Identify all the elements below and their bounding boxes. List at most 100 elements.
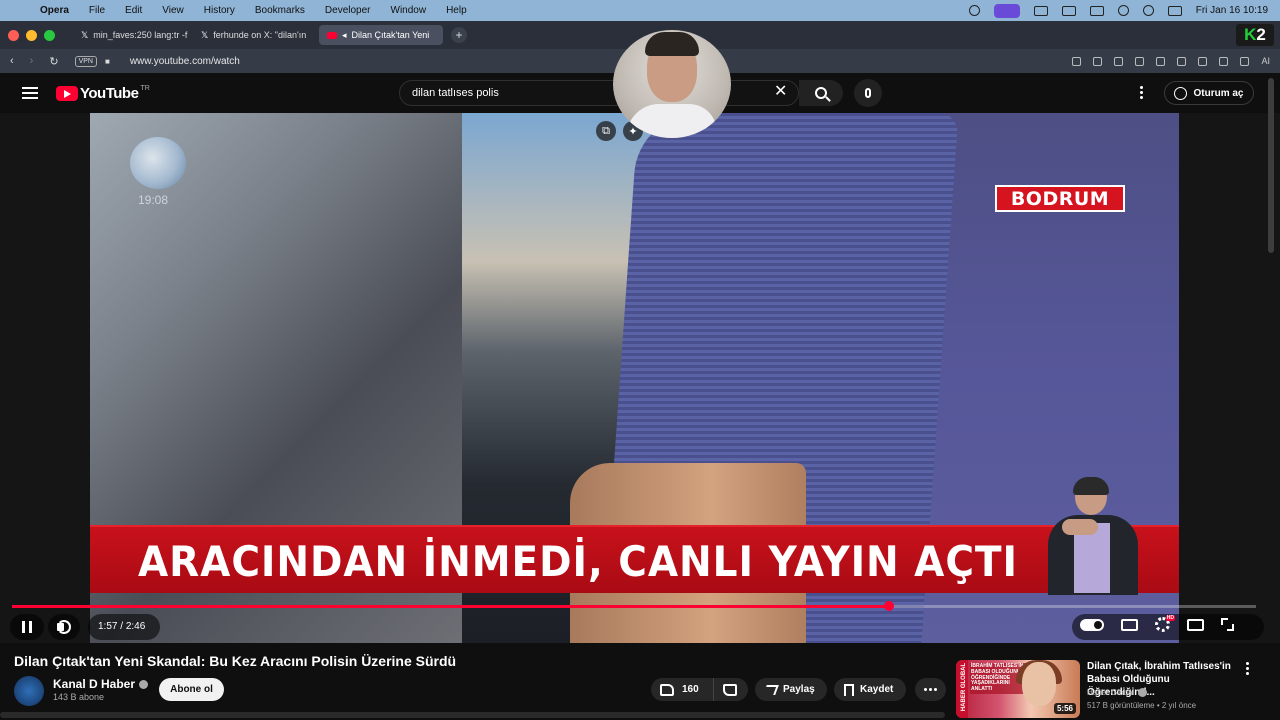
recommended-menu-icon[interactable]: [1246, 662, 1249, 675]
k2-overlay-logo: K2: [1236, 24, 1274, 46]
browser-tab-active[interactable]: ◂ Dilan Çıtak'tan Yeni: [319, 25, 443, 45]
video-frame[interactable]: 19:08 BODRUM ARACINDAN İNMEDİ, CANLI YAY…: [90, 113, 1179, 643]
like-button[interactable]: 160: [651, 678, 714, 701]
forward-arrow-icon[interactable]: ›: [30, 55, 34, 68]
menu-history[interactable]: History: [204, 5, 235, 16]
broadcast-clock: 19:08: [138, 193, 169, 207]
menu-edit[interactable]: Edit: [125, 5, 142, 16]
tab-title: Dilan Çıtak'tan Yeni: [351, 30, 430, 40]
battery-icon[interactable]: [1089, 5, 1104, 16]
horizontal-scrollbar[interactable]: [0, 712, 945, 718]
video-player[interactable]: 19:08 BODRUM ARACINDAN İNMEDİ, CANLI YAY…: [0, 113, 1280, 643]
status-app-icon[interactable]: [968, 5, 980, 16]
miniplayer-popout-icon[interactable]: ⧉: [596, 121, 616, 141]
channel-name[interactable]: Kanal D Haber: [53, 677, 149, 691]
ai-button[interactable]: AI: [1261, 56, 1270, 66]
control-center-icon[interactable]: [1167, 5, 1182, 16]
edit-icon[interactable]: [1072, 56, 1082, 66]
fullscreen-icon[interactable]: [1221, 618, 1234, 631]
subscribe-button[interactable]: Abone ol: [159, 678, 224, 701]
vertical-scrollbar[interactable]: [1268, 78, 1274, 253]
hd-badge: HD: [1165, 615, 1175, 621]
thumbs-up-icon: [660, 683, 674, 696]
zoom-window-button[interactable]: [44, 29, 55, 41]
send-icon[interactable]: [1156, 56, 1166, 66]
youtube-play-icon: [56, 85, 78, 101]
close-window-button[interactable]: [8, 29, 19, 41]
view-count: 517 B görüntüleme: [1087, 701, 1155, 710]
reload-icon[interactable]: ↻: [49, 55, 58, 68]
menubar-clock[interactable]: Fri Jan 16 10:19: [1196, 5, 1268, 16]
like-count: 160: [682, 684, 699, 695]
extensions-cube-icon[interactable]: [1240, 56, 1250, 66]
thumbs-down-icon[interactable]: [723, 683, 737, 696]
verified-check-icon: [139, 680, 149, 690]
profile-icon[interactable]: [1219, 56, 1229, 66]
clear-search-icon[interactable]: ✕: [774, 84, 787, 100]
speaker-icon[interactable]: ◂: [342, 30, 347, 41]
recommended-meta: 517 B görüntüleme • 2 yıl önce: [1087, 701, 1197, 710]
new-tab-button[interactable]: +: [451, 27, 467, 43]
vpn-badge[interactable]: VPN: [74, 55, 97, 67]
progress-scrubber[interactable]: [884, 601, 895, 611]
voice-search-button[interactable]: [854, 79, 882, 107]
channel-avatar[interactable]: [14, 676, 44, 706]
autoplay-toggle[interactable]: [1080, 618, 1104, 631]
browser-tab[interactable]: 𝕏 min_faves:250 lang:tr -f: [67, 25, 191, 45]
menu-file[interactable]: File: [89, 5, 105, 16]
settings-kebab-icon[interactable]: [1140, 86, 1143, 99]
search-button[interactable]: [799, 80, 843, 106]
user-icon: [1174, 86, 1188, 100]
hamburger-menu-icon[interactable]: [22, 87, 38, 99]
subtitles-icon[interactable]: [1121, 618, 1138, 631]
browser-tab[interactable]: 𝕏 ferhunde on X: "dilan'ın: [193, 25, 317, 45]
theater-mode-icon[interactable]: [1187, 618, 1204, 631]
menu-help[interactable]: Help: [446, 5, 467, 16]
focus-moon-icon[interactable]: [1117, 5, 1129, 16]
subscriber-count: 143 B abone: [53, 692, 105, 702]
menu-bookmarks[interactable]: Bookmarks: [255, 5, 305, 16]
menu-app-name[interactable]: Opera: [40, 5, 69, 16]
search-icon: [815, 87, 827, 99]
url-field[interactable]: www.youtube.com/watch: [130, 56, 240, 67]
shield-icon[interactable]: [1114, 56, 1124, 66]
recommended-channel-name: Haber Global: [1087, 688, 1135, 697]
progress-fill: [12, 605, 890, 608]
display-icon[interactable]: [1061, 5, 1076, 16]
minimize-window-button[interactable]: [26, 29, 37, 41]
menu-developer[interactable]: Developer: [325, 5, 371, 16]
current-time: 1:57: [98, 621, 118, 632]
video-title: Dilan Çıtak'tan Yeni Skandal: Bu Kez Ara…: [14, 653, 457, 669]
screen-recorder-icon[interactable]: [993, 3, 1020, 18]
logo-2: 2: [1256, 25, 1266, 44]
menu-icon[interactable]: [1198, 56, 1208, 66]
volume-icon[interactable]: [57, 620, 71, 634]
microphone-icon: [865, 88, 871, 98]
tab-title: min_faves:250 lang:tr -f: [93, 30, 188, 40]
save-label: Kaydet: [860, 684, 894, 695]
camera-icon[interactable]: [1093, 56, 1103, 66]
youtube-logo[interactable]: YouTube TR: [56, 85, 150, 102]
translate-icon[interactable]: [1135, 56, 1145, 66]
share-button[interactable]: Paylaş: [755, 678, 827, 701]
heart-icon[interactable]: [1177, 56, 1187, 66]
sign-in-button[interactable]: Oturum aç: [1164, 81, 1254, 105]
recommended-channel[interactable]: Haber Global: [1087, 688, 1148, 698]
save-button[interactable]: Kaydet: [834, 678, 906, 701]
more-actions-button[interactable]: [915, 678, 946, 701]
x-logo-icon: 𝕏: [81, 29, 89, 40]
youtube-icon: [327, 31, 337, 39]
recommended-video-thumbnail[interactable]: HABER GLOBAL İBRAHİM TATLISES'İN BABASI …: [956, 660, 1080, 718]
menu-window[interactable]: Window: [391, 5, 427, 16]
back-arrow-icon[interactable]: ‹: [10, 55, 14, 68]
now-playing-icon[interactable]: [1142, 5, 1154, 16]
webcam-overlay: [613, 30, 731, 138]
progress-bar[interactable]: [12, 601, 1256, 611]
extension-icon[interactable]: [1033, 5, 1048, 16]
lock-icon[interactable]: ■: [105, 57, 110, 66]
search-input[interactable]: dilan tatlıses polis: [399, 80, 799, 106]
kanal-d-logo: [130, 137, 186, 189]
menu-view[interactable]: View: [162, 5, 184, 16]
settings-gear-icon[interactable]: HD: [1155, 615, 1175, 632]
pause-icon[interactable]: [22, 621, 32, 633]
